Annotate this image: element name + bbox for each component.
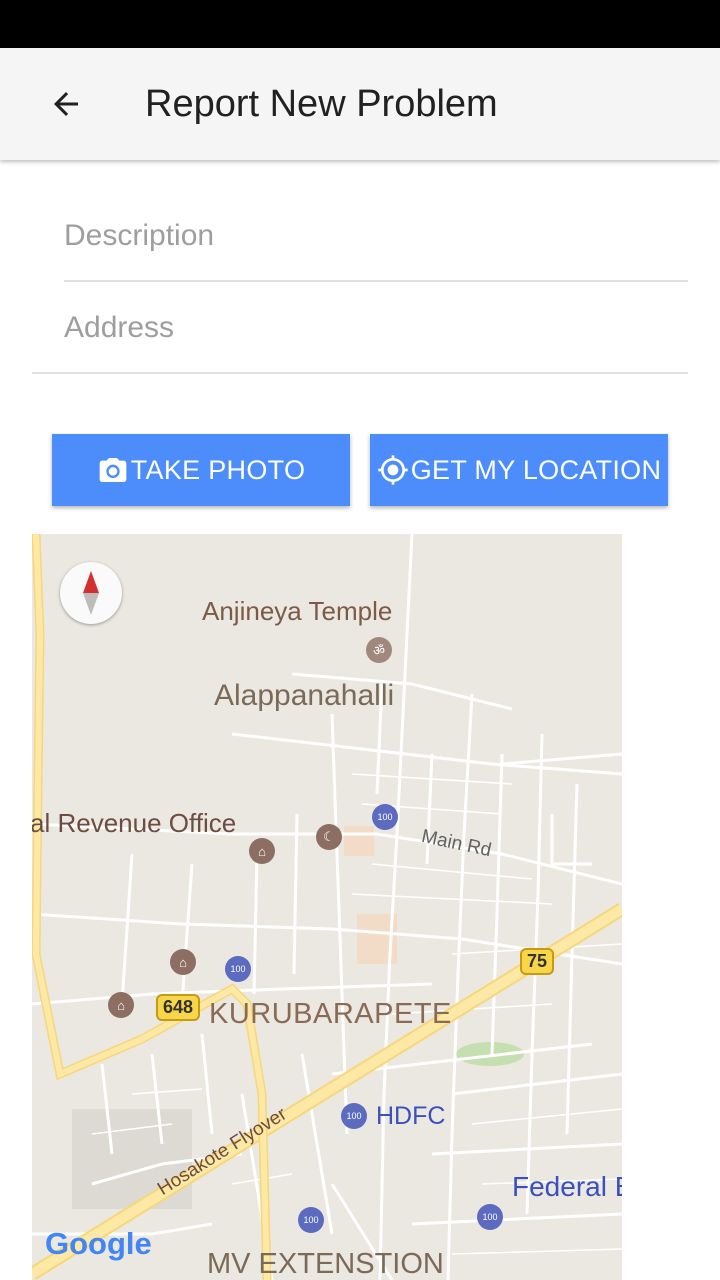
status-bar: [0, 0, 720, 48]
map-label-mv-extenstion: MV EXTENSTION: [207, 1248, 444, 1280]
compass-icon: [83, 571, 99, 615]
temple-poi-icon[interactable]: ॐ: [366, 637, 392, 663]
bank-poi-icon[interactable]: 100: [477, 1204, 503, 1230]
take-photo-button[interactable]: TAKE PHOTO: [52, 434, 350, 506]
route-75-shield: 75: [520, 948, 555, 975]
arrow-back-icon: [54, 92, 78, 116]
page-title: Report New Problem: [145, 83, 498, 125]
get-my-location-button[interactable]: GET MY LOCATION: [370, 434, 668, 506]
address-input[interactable]: [32, 298, 720, 358]
back-button[interactable]: [36, 74, 96, 134]
map-view[interactable]: Anjineya Temple ॐ Alappanahalli al Reven…: [32, 534, 622, 1280]
map-label-kurubarapete: KURUBARAPETE: [209, 998, 452, 1030]
address-field[interactable]: [32, 298, 720, 374]
mosque-poi-icon[interactable]: ☾: [316, 824, 342, 850]
map-label-revenue-office: al Revenue Office: [32, 808, 237, 838]
compass-button[interactable]: [60, 562, 122, 624]
map-label-alappanahalli: Alappanahalli: [214, 679, 395, 712]
atm-poi-icon[interactable]: 100: [372, 804, 398, 830]
atm-poi-icon[interactable]: 100: [225, 956, 251, 982]
government-poi-icon[interactable]: ⌂: [249, 838, 275, 864]
museum-poi-icon[interactable]: ⌂: [170, 949, 196, 975]
camera-icon: [99, 458, 127, 482]
route-648-shield: 648: [156, 994, 201, 1021]
description-field[interactable]: [64, 206, 688, 282]
take-photo-label: TAKE PHOTO: [130, 454, 306, 485]
description-input[interactable]: [64, 206, 688, 266]
temple-poi-icon[interactable]: ⌂: [108, 992, 134, 1018]
map-streets: [32, 534, 622, 1280]
map-label-federal-bank: Federal B: [512, 1171, 622, 1202]
map-label-hdfc: HDFC: [376, 1102, 446, 1130]
my-location-icon: [378, 455, 408, 485]
get-my-location-label: GET MY LOCATION: [410, 454, 662, 485]
bank-poi-icon[interactable]: 100: [341, 1103, 367, 1129]
app-bar: Report New Problem: [0, 48, 720, 160]
bank-poi-icon[interactable]: 100: [298, 1207, 324, 1233]
google-logo: Google: [45, 1226, 152, 1261]
map-label-anjineya-temple: Anjineya Temple: [202, 596, 393, 626]
